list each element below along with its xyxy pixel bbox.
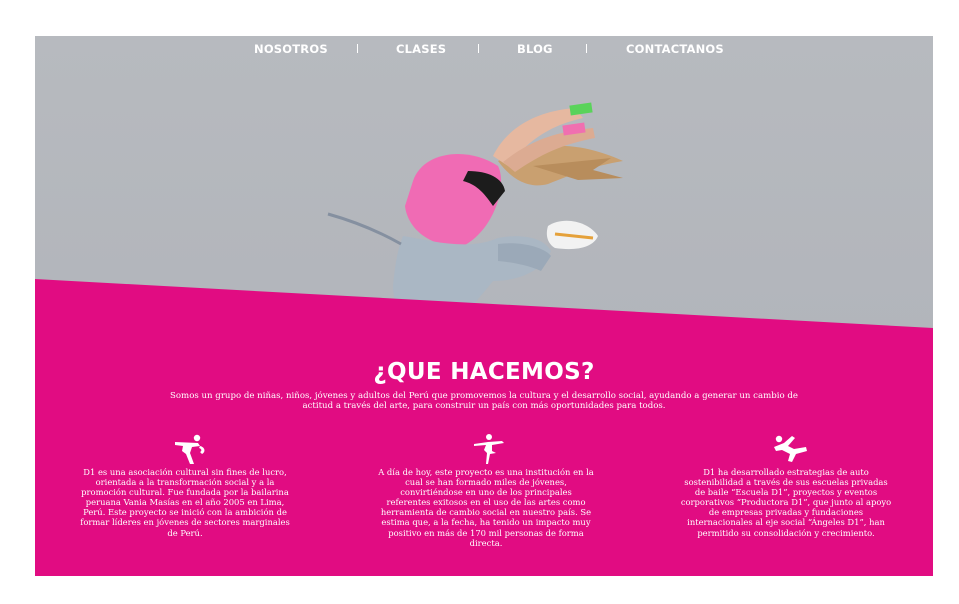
nav-separator [478,44,479,53]
nav-item-blog[interactable]: BLOG [517,42,553,56]
nav-item-nosotros[interactable]: NOSOTROS [254,42,328,56]
section-intro: Somos un grupo de niñas, niños, jóvenes … [169,391,798,411]
nav-separator [586,44,587,53]
section-title: ¿QUE HACEMOS? [373,359,595,385]
dancer-pose-icon [175,434,205,464]
page-frame: NOSOTROS CLASES BLOG CONTACTANOS ¿QUE HA… [35,36,933,576]
breakdancer-icon [774,435,807,462]
nav-item-clases[interactable]: CLASES [396,42,446,56]
nav-separator [357,44,358,53]
column-text-2: A día de hoy, este proyecto es una insti… [378,467,594,548]
column-text-1: D1 es una asociación cultural sin fines … [80,467,290,538]
nav-item-contactanos[interactable]: CONTACTANOS [626,42,724,56]
top-nav: NOSOTROS CLASES BLOG CONTACTANOS [35,42,933,62]
column-text-3: D1 ha desarrollado estrategias de auto s… [680,467,892,538]
ballet-dancer-icon [474,434,504,464]
